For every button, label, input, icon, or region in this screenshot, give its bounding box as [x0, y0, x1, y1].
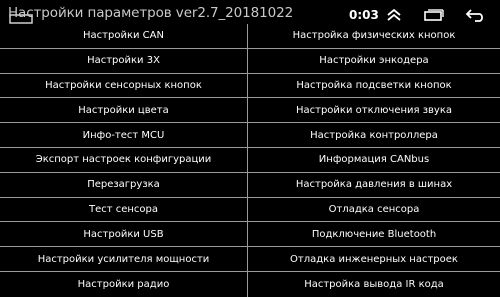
setting-tire-pressure[interactable]: Настройка давления в шинах [248, 173, 500, 198]
setting-mute[interactable]: Настройки отключения звука [248, 98, 500, 124]
setting-color[interactable]: Настройки цвета [0, 98, 248, 124]
page-title: Настройки параметров ver2.7_20181022 [8, 5, 294, 21]
setting-sensor-debug[interactable]: Отладка сенсора [248, 198, 500, 223]
setting-controller[interactable]: Настройка контроллера [248, 123, 500, 148]
settings-grid: Настройки CAN Настройка физических кнопо… [0, 24, 500, 297]
setting-usb[interactable]: Настройки USB [0, 222, 248, 248]
setting-sensor-test[interactable]: Тест сенсора [0, 197, 248, 223]
setting-export-config[interactable]: Экспорт настроек конфигурации [0, 147, 248, 173]
setting-touch-buttons[interactable]: Настройки сенсорных кнопок [0, 73, 248, 99]
setting-3x[interactable]: Настройки 3Х [0, 48, 248, 74]
setting-radio[interactable]: Настройки радио [0, 271, 248, 297]
clock: 0:03 [349, 8, 379, 22]
back-icon[interactable] [465, 8, 487, 22]
setting-canbus-info[interactable]: Информация CANbus [248, 148, 500, 173]
setting-bluetooth[interactable]: Подключение Bluetooth [248, 222, 500, 248]
setting-mcu-info[interactable]: Инфо-тест MCU [0, 123, 248, 148]
setting-amplifier[interactable]: Настройки усилителя мощности [0, 247, 248, 272]
setting-button-backlight[interactable]: Настройка подсветки кнопок [248, 74, 500, 99]
setting-can[interactable]: Настройки CAN [0, 24, 248, 49]
setting-physical-buttons[interactable]: Настройка физических кнопок [248, 24, 500, 49]
status-bar: Настройки параметров ver2.7_20181022 0:0… [0, 0, 500, 24]
setting-reboot[interactable]: Перезагрузка [0, 172, 248, 198]
collapse-up-icon[interactable] [386, 9, 402, 21]
setting-encoder[interactable]: Настройки энкодера [248, 49, 500, 74]
setting-ir-output[interactable]: Настройка вывода IR кода [248, 272, 500, 297]
recent-apps-icon[interactable] [424, 9, 444, 21]
setting-engineering-debug[interactable]: Отладка инженерных настроек [248, 247, 500, 272]
